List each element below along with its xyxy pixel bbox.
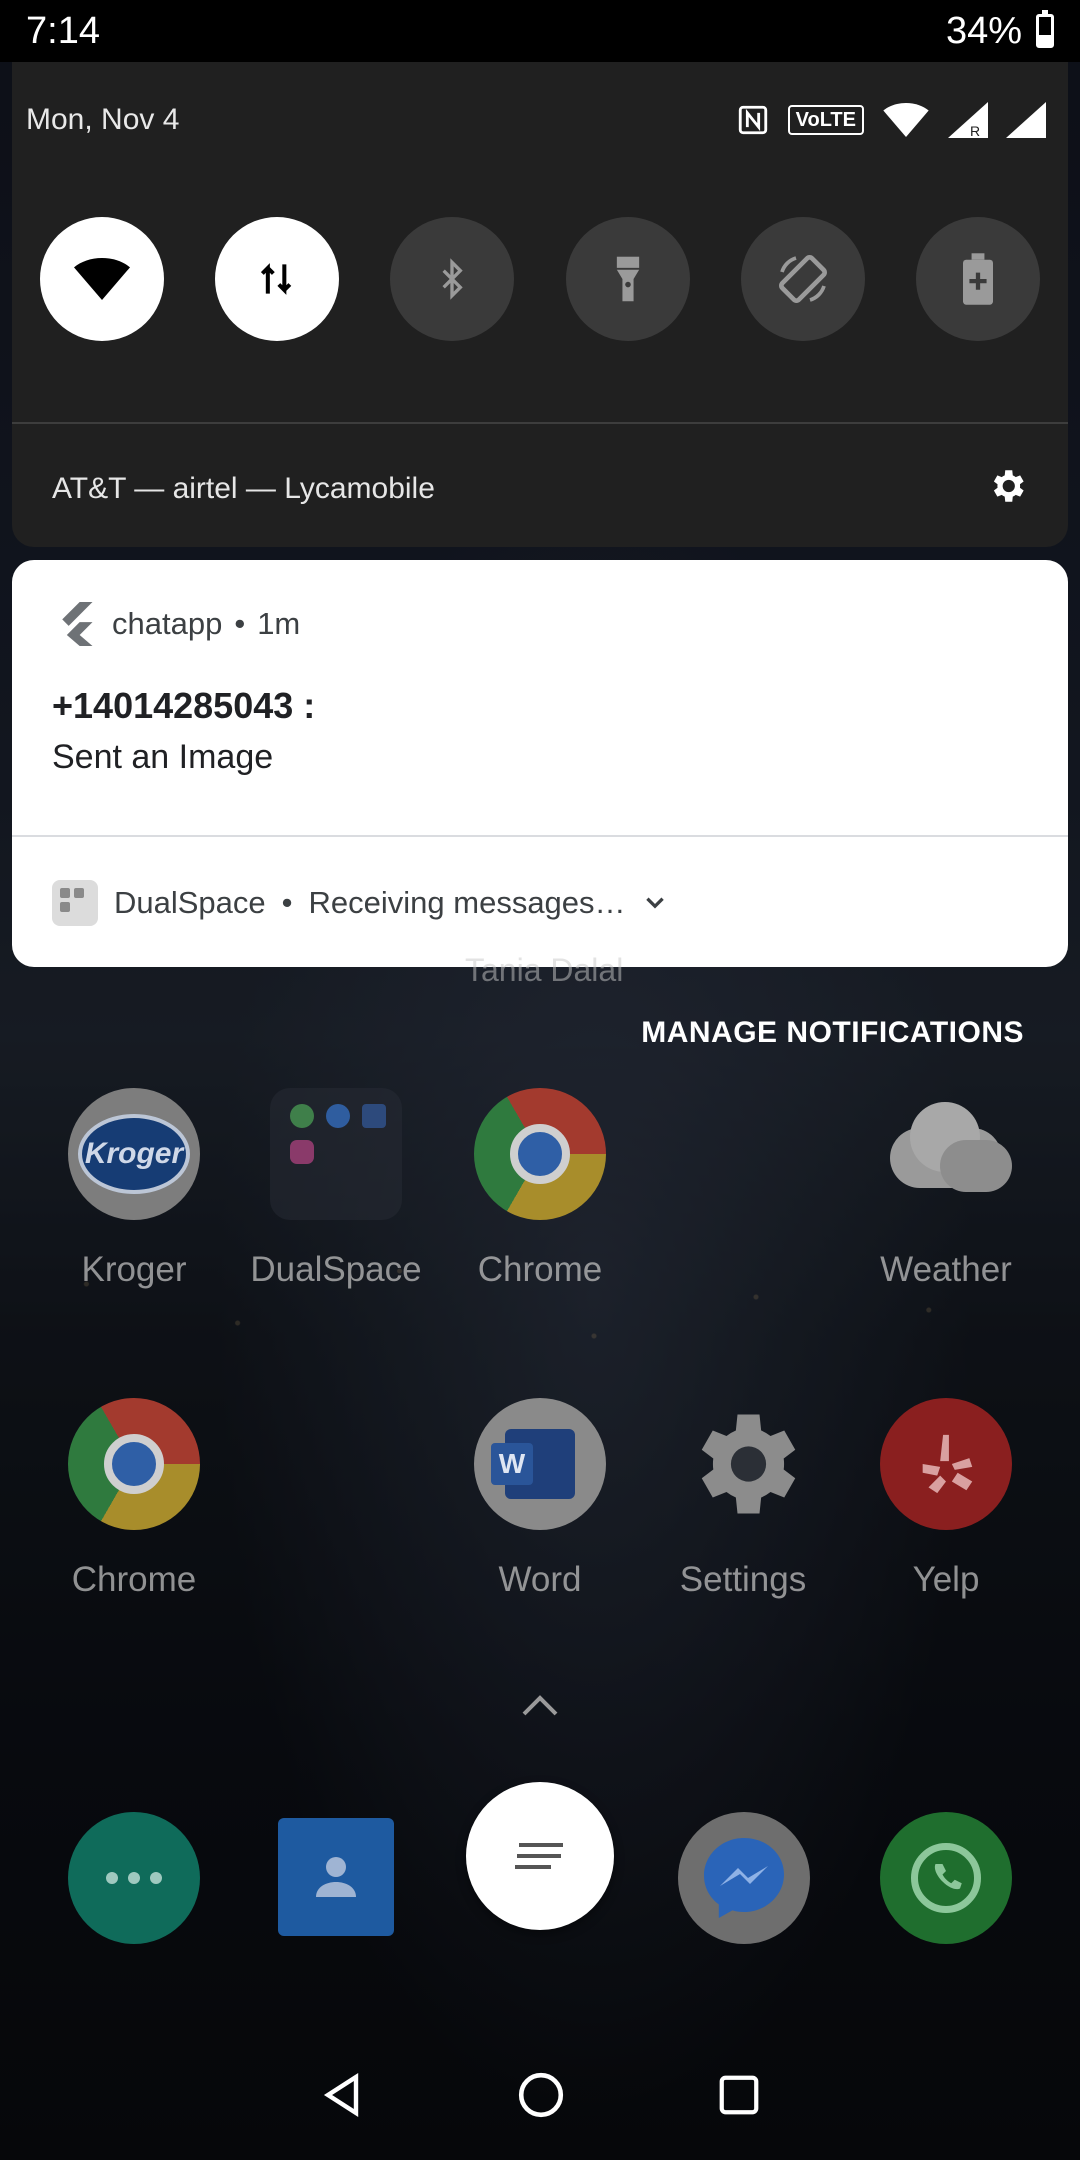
app-label: Weather (880, 1250, 1012, 1289)
word-letter: W (491, 1443, 533, 1485)
app-label: Kroger (81, 1250, 187, 1289)
status-bar: 7:14 34% (0, 0, 1080, 62)
chevron-down-icon[interactable] (642, 890, 668, 916)
notification-card[interactable]: chatapp • 1m +14014285043 : Sent an Imag… (12, 560, 1068, 967)
back-icon[interactable] (318, 2071, 366, 2119)
qs-divider (12, 422, 1068, 424)
tile-flashlight[interactable] (565, 217, 690, 341)
tile-bluetooth[interactable] (390, 217, 515, 341)
app-word[interactable]: W Word (440, 1398, 640, 1600)
notification-time: 1m (257, 606, 301, 641)
app-label: Yelp (912, 1560, 980, 1599)
carrier-text: AT&T — airtel — Lycamobile (52, 472, 435, 505)
manage-notifications-button[interactable]: MANAGE NOTIFICATIONS (641, 1016, 1024, 1050)
weather-icon (880, 1088, 1012, 1220)
dualspace-folder-icon (270, 1088, 402, 1220)
dualspace-notification[interactable]: DualSpace • Receiving messages… (52, 880, 668, 926)
messenger-icon[interactable] (678, 1812, 810, 1944)
quick-settings-panel: Mon, Nov 4 VoLTE R AT&T — airtel — Lycam… (12, 62, 1068, 547)
app-kroger[interactable]: Kroger Kroger (34, 1088, 234, 1290)
mobile-data-icon (261, 263, 292, 295)
auto-rotate-icon (778, 255, 827, 303)
notification-separator: • (234, 606, 246, 641)
app-chrome[interactable]: Chrome (440, 1088, 640, 1290)
signal-roaming-icon: R (948, 102, 988, 138)
app-yelp[interactable]: Yelp (846, 1398, 1046, 1600)
chevron-up-icon[interactable] (518, 1690, 562, 1720)
home-partial-text: Tania Dalal (465, 952, 624, 988)
app-label: Chrome (71, 1560, 197, 1599)
battery-percent: 34% (945, 9, 1022, 52)
notification-meta: chatapp • 1m (112, 606, 300, 642)
clear-all-icon (515, 1843, 563, 1869)
contacts-icon[interactable] (278, 1818, 394, 1936)
hangouts-icon[interactable] (68, 1812, 200, 1944)
app-label: DualSpace (250, 1250, 422, 1289)
bluetooth-icon (442, 258, 464, 300)
wifi-icon (74, 258, 130, 300)
flashlight-icon (616, 256, 639, 302)
person-icon (316, 1857, 356, 1897)
qs-header: Mon, Nov 4 VoLTE R (26, 102, 1046, 138)
notification-divider (12, 835, 1068, 837)
tile-mobile-data[interactable] (215, 217, 340, 341)
settings-gear-icon (701, 1414, 796, 1514)
dualspace-separator: • (281, 885, 293, 920)
tile-wifi[interactable] (40, 217, 164, 341)
app-dualspace-folder[interactable]: DualSpace (236, 1088, 436, 1290)
app-label: Settings (679, 1560, 807, 1599)
settings-gear-icon[interactable] (986, 465, 1028, 507)
messenger-logo (704, 1838, 784, 1918)
tile-auto-rotate[interactable] (740, 217, 865, 341)
nfc-icon (738, 105, 767, 135)
chrome-icon (68, 1398, 200, 1530)
tile-battery-saver[interactable] (915, 217, 1040, 341)
notification-header: chatapp • 1m (56, 602, 300, 646)
app-settings[interactable]: Settings (643, 1398, 843, 1600)
recents-icon[interactable] (716, 2072, 762, 2118)
qs-tiles (40, 217, 1040, 341)
kroger-logo: Kroger (78, 1114, 190, 1194)
app-label: Word (498, 1560, 582, 1599)
yelp-logo (922, 1434, 973, 1494)
qs-indicators: VoLTE R (736, 102, 1046, 138)
navigation-bar (0, 2030, 1080, 2160)
chrome-icon (474, 1088, 606, 1220)
whatsapp-logo (911, 1843, 981, 1913)
qs-date[interactable]: Mon, Nov 4 (26, 103, 179, 137)
notification-text: Sent an Image (52, 738, 274, 776)
kroger-icon: Kroger (68, 1088, 200, 1220)
signal-icon (1006, 102, 1046, 138)
battery-icon (1036, 10, 1054, 48)
dualspace-icon (52, 880, 98, 926)
dualspace-text: Receiving messages… (308, 885, 626, 920)
yelp-icon (880, 1398, 1012, 1530)
notification-app-name: chatapp (112, 606, 223, 641)
battery-saver-icon (962, 253, 993, 305)
volte-icon: VoLTE (787, 105, 864, 135)
status-time: 7:14 (26, 9, 100, 52)
settings-icon (677, 1398, 809, 1530)
wifi-icon (883, 103, 929, 137)
dualspace-app-name: DualSpace (114, 885, 266, 920)
dismiss-all-button[interactable] (466, 1782, 614, 1930)
whatsapp-icon[interactable] (880, 1812, 1012, 1944)
word-icon: W (474, 1398, 606, 1530)
notification-title: +14014285043 : (52, 685, 316, 726)
app-label: Chrome (477, 1250, 603, 1289)
app-chrome-2[interactable]: Chrome (34, 1398, 234, 1600)
home-icon[interactable] (516, 2070, 566, 2120)
status-right: 34% (946, 10, 1054, 53)
svg-text:R: R (970, 123, 980, 138)
flutter-app-icon (62, 602, 93, 646)
app-weather[interactable]: Weather (846, 1088, 1046, 1290)
